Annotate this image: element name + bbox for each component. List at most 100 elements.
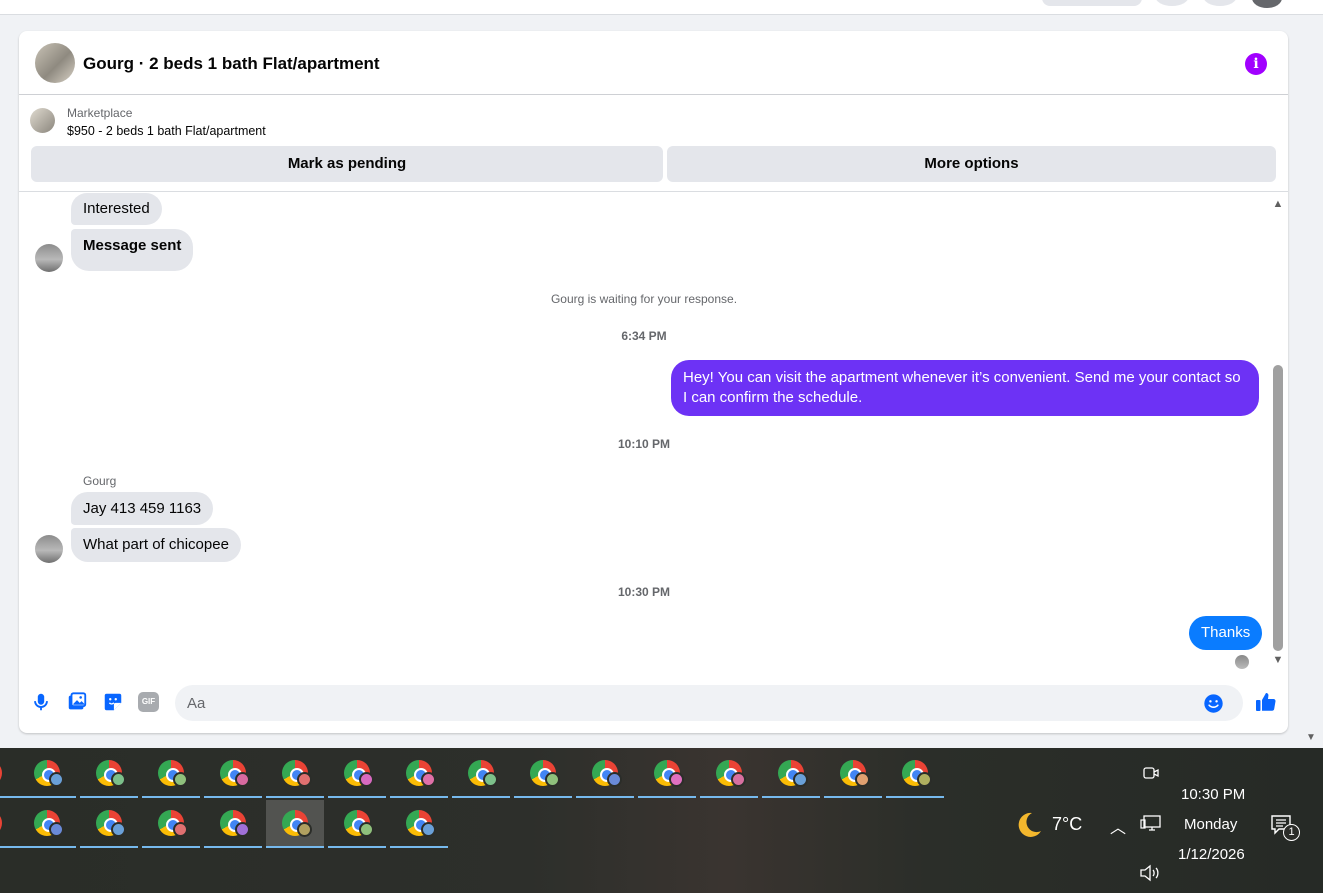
running-indicator [762,796,820,798]
message-bubble-outgoing[interactable]: Thanks [1189,616,1263,650]
taskbar-chrome-button[interactable] [18,800,76,848]
running-indicator [142,796,200,798]
running-indicator [0,796,18,798]
top-navigation-bar [0,0,1323,15]
message-composer: GIF [19,681,1288,725]
more-options-button[interactable]: More options [667,146,1276,182]
taskbar-chrome-button[interactable] [18,750,76,798]
taskbar-chrome-button[interactable] [514,750,572,798]
taskbar-chrome-button[interactable] [700,750,758,798]
mark-as-pending-button[interactable]: Mark as pending [31,146,663,182]
running-indicator [266,846,324,848]
chrome-profile-icon [49,772,64,787]
sticker-icon[interactable] [102,691,124,713]
running-indicator [204,846,262,848]
clock-day[interactable]: Monday [1184,816,1237,833]
clock-date[interactable]: 1/12/2026 [1178,846,1245,863]
chrome-profile-icon [545,772,560,787]
gif-icon[interactable]: GIF [138,692,159,712]
network-icon[interactable] [1140,814,1162,832]
running-indicator [328,846,386,848]
notifications-icon[interactable]: 1 [1270,814,1302,844]
nav-pill-button[interactable] [1042,0,1142,6]
taskbar-chrome-button[interactable] [266,750,324,798]
message-input[interactable] [187,685,1197,721]
menu-icon[interactable] [1155,0,1189,6]
running-indicator [514,796,572,798]
scrollbar-thumb[interactable] [1273,365,1283,651]
marketplace-banner: Marketplace $950 - 2 beds 1 bath Flat/ap… [19,96,1288,192]
emoji-icon[interactable] [1203,693,1224,714]
running-indicator [204,796,262,798]
taskbar-chrome-button[interactable] [80,800,138,848]
message-thread: Interested Message sent Gourg is waiting… [19,193,1269,673]
chrome-profile-icon [297,772,312,787]
running-indicator [452,796,510,798]
taskbar-chrome-button[interactable] [328,750,386,798]
microphone-icon[interactable] [30,691,52,713]
listing-summary[interactable]: $950 - 2 beds 1 bath Flat/apartment [67,124,266,138]
meet-now-icon[interactable] [1142,765,1160,781]
scroll-up-arrow-icon[interactable]: ▲ [1269,197,1287,211]
chrome-profile-icon [359,822,374,837]
message-bubble-sent[interactable]: Message sent [71,229,194,271]
running-indicator [390,796,448,798]
notification-count-badge: 1 [1283,824,1300,841]
chrome-profile-icon [111,772,126,787]
running-indicator [700,796,758,798]
taskbar-chrome-button[interactable] [204,800,262,848]
thread-scrollbar[interactable]: ▲ ▼ [1269,193,1287,673]
taskbar-chrome-button[interactable] [142,750,200,798]
scroll-down-arrow-icon[interactable]: ▼ [1269,653,1287,667]
like-icon[interactable] [1254,690,1278,714]
chrome-icon [0,760,2,786]
chrome-profile-icon [793,772,808,787]
taskbar-chrome-button[interactable] [80,750,138,798]
taskbar-chrome-button[interactable] [0,800,18,848]
running-indicator [886,796,944,798]
seen-avatar [1235,655,1249,669]
photo-icon[interactable] [66,691,88,713]
moon-weather-icon[interactable] [1014,810,1044,840]
chrome-profile-icon [173,772,188,787]
taskbar-chrome-button[interactable] [886,750,944,798]
sender-avatar[interactable] [35,244,63,272]
taskbar-chrome-button[interactable] [328,800,386,848]
message-bubble-interested[interactable]: Interested [71,193,162,225]
chrome-profile-icon [421,772,436,787]
weather-temperature[interactable]: 7°C [1052,814,1082,835]
sender-avatar[interactable] [35,535,63,563]
chrome-profile-icon [421,822,436,837]
volume-icon[interactable] [1139,864,1161,882]
taskbar-chrome-button[interactable] [824,750,882,798]
taskbar-chrome-button[interactable] [762,750,820,798]
running-indicator [18,846,76,848]
page-scroll-down-icon[interactable]: ▼ [1306,732,1316,743]
conversation-title[interactable]: Gourg · 2 beds 1 bath Flat/apartment [83,54,380,74]
running-indicator [390,846,448,848]
chat-window: Gourg · 2 beds 1 bath Flat/apartment i M… [19,31,1288,733]
show-hidden-icons-icon[interactable]: ︿ [1110,814,1126,838]
marketplace-thumbnail[interactable] [30,108,55,133]
chrome-profile-icon [49,822,64,837]
message-bubble-outgoing[interactable]: Hey! You can visit the apartment wheneve… [671,360,1259,416]
taskbar-chrome-button[interactable] [576,750,634,798]
taskbar-chrome-button[interactable] [0,750,18,798]
taskbar-chrome-button[interactable] [266,800,324,848]
taskbar-chrome-button[interactable] [638,750,696,798]
running-indicator [18,796,76,798]
message-bubble-incoming[interactable]: What part of chicopee [71,528,241,562]
taskbar-chrome-button[interactable] [142,800,200,848]
taskbar-chrome-button[interactable] [452,750,510,798]
chrome-profile-icon [235,772,250,787]
info-icon[interactable]: i [1245,53,1267,75]
listing-thumbnail[interactable] [35,43,75,83]
account-avatar[interactable] [1252,0,1282,8]
taskbar-chrome-button[interactable] [204,750,262,798]
clock-time[interactable]: 10:30 PM [1181,786,1245,803]
taskbar-chrome-button[interactable] [390,800,448,848]
chrome-profile-icon [173,822,188,837]
notifications-icon[interactable] [1203,0,1237,6]
message-bubble-incoming[interactable]: Jay 413 459 1163 [71,492,214,525]
taskbar-chrome-button[interactable] [390,750,448,798]
